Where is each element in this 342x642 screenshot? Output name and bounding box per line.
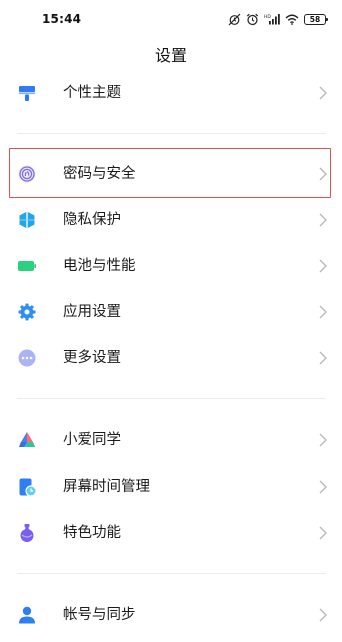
xiaoai-assistant-icon: [17, 430, 37, 450]
status-time: 15:44: [42, 12, 82, 26]
page-title: 设置: [154, 46, 187, 65]
settings-item-screen-time[interactable]: 屏幕时间管理: [0, 465, 342, 509]
section-divider: [17, 133, 326, 134]
status-icons: HD 58: [228, 12, 328, 26]
chevron-right-icon: [319, 433, 327, 447]
feature-potion-icon: [17, 523, 37, 543]
section-divider: [17, 398, 326, 399]
chevron-right-icon: [319, 305, 327, 319]
settings-item-battery-performance[interactable]: 电池与性能: [0, 244, 342, 288]
settings-item-label: 电池与性能: [63, 258, 136, 274]
settings-item-label: 屏幕时间管理: [63, 479, 150, 495]
account-person-icon: [17, 605, 37, 625]
section-divider: [17, 573, 326, 574]
settings-item-app-settings[interactable]: 应用设置: [0, 290, 342, 334]
screen-time-icon: [17, 477, 37, 497]
theme-brush-icon: [17, 83, 37, 103]
settings-item-label: 特色功能: [63, 525, 121, 541]
chevron-right-icon: [319, 213, 327, 227]
wifi-icon: [285, 14, 299, 25]
settings-item-account-sync[interactable]: 帐号与同步: [0, 593, 342, 637]
chevron-right-icon: [319, 259, 327, 273]
chevron-right-icon: [319, 480, 327, 494]
privacy-shield-icon: [17, 210, 37, 230]
more-dots-icon: [17, 348, 37, 368]
chevron-right-icon: [319, 351, 327, 365]
settings-item-privacy[interactable]: 隐私保护: [0, 198, 342, 242]
chevron-right-icon: [319, 608, 327, 622]
cellular-signal-icon: HD: [264, 13, 280, 25]
battery-icon: 58: [304, 13, 328, 25]
chevron-right-icon: [319, 526, 327, 540]
alarm-clock-icon: [246, 13, 259, 26]
svg-text:HD: HD: [264, 14, 271, 20]
settings-item-xiaoai[interactable]: 小爱同学: [0, 418, 342, 462]
settings-item-label: 更多设置: [63, 350, 121, 366]
settings-item-more-settings[interactable]: 更多设置: [0, 336, 342, 380]
alarm-off-icon: [228, 13, 241, 26]
status-bar: 15:44 HD 58: [0, 0, 342, 32]
settings-item-special-features[interactable]: 特色功能: [0, 511, 342, 555]
chevron-right-icon: [319, 86, 327, 100]
settings-item-label: 小爱同学: [63, 432, 121, 448]
highlight-box: [9, 148, 331, 198]
settings-item-label: 帐号与同步: [63, 607, 136, 623]
battery-icon: [17, 256, 37, 276]
settings-item-label: 隐私保护: [63, 212, 121, 228]
gear-icon: [17, 302, 37, 322]
battery-level: 58: [309, 14, 321, 24]
settings-item-label: 应用设置: [63, 304, 121, 320]
settings-item-theme[interactable]: 个性主题: [0, 71, 342, 115]
settings-item-label: 个性主题: [63, 85, 121, 101]
